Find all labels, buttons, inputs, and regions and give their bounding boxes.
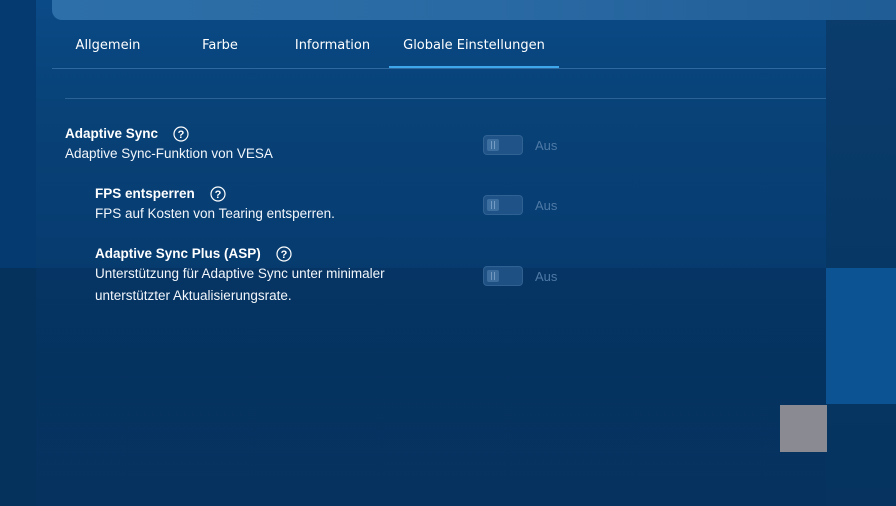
setting-description: Adaptive Sync-Funktion von VESA [65, 145, 273, 161]
background-right [826, 0, 896, 506]
tab-globale-einstellungen[interactable]: Globale Einstellungen [389, 28, 559, 68]
toggle-knob [487, 139, 499, 151]
grey-square [780, 405, 827, 452]
setting-title: Adaptive Sync Plus (ASP) [95, 245, 261, 261]
question-circle-icon[interactable]: ? [276, 245, 292, 262]
toggle-knob [487, 270, 499, 282]
question-circle-icon[interactable]: ? [210, 185, 226, 202]
toggle-state-label: Aus [535, 137, 558, 153]
fps-entsperren-toggle[interactable] [483, 195, 523, 215]
setting-description: FPS auf Kosten von Tearing entsperren. [95, 205, 335, 221]
fps-entsperren-toggle-group: Aus [483, 195, 557, 215]
tab-farbe[interactable]: Farbe [164, 28, 276, 67]
setting-adaptive-sync: Adaptive Sync ? Adaptive Sync-Funktion v… [65, 123, 273, 165]
section-divider [65, 98, 826, 99]
adaptive-sync-toggle-group: Aus [483, 135, 557, 155]
setting-description-line1: Unterstützung für Adaptive Sync unter mi… [95, 265, 385, 281]
setting-fps-entsperren: FPS entsperren ? FPS auf Kosten von Tear… [95, 183, 335, 225]
svg-text:?: ? [215, 189, 222, 201]
toggle-state-label: Aus [535, 268, 558, 284]
toggle-state-label: Aus [535, 197, 558, 213]
setting-adaptive-sync-plus: Adaptive Sync Plus (ASP) ? Unterstützung… [95, 243, 385, 307]
tab-bar: Allgemein Farbe Information Globale Eins… [52, 28, 826, 69]
adaptive-sync-plus-toggle-group: Aus [483, 266, 557, 286]
toggle-knob [487, 199, 499, 211]
tab-allgemein[interactable]: Allgemein [52, 28, 164, 67]
adaptive-sync-plus-toggle[interactable] [483, 266, 523, 286]
background-lower-band [0, 268, 36, 506]
adaptive-sync-toggle[interactable] [483, 135, 523, 155]
top-panel [52, 0, 896, 20]
svg-text:?: ? [178, 129, 185, 141]
setting-title: FPS entsperren [95, 185, 195, 201]
question-circle-icon[interactable]: ? [173, 125, 189, 142]
tab-information[interactable]: Information [276, 28, 389, 67]
setting-description-line2: unterstützter Aktualisierungsrate. [95, 287, 292, 303]
svg-text:?: ? [281, 249, 288, 261]
setting-title: Adaptive Sync [65, 125, 159, 141]
background-right-block [826, 268, 896, 404]
